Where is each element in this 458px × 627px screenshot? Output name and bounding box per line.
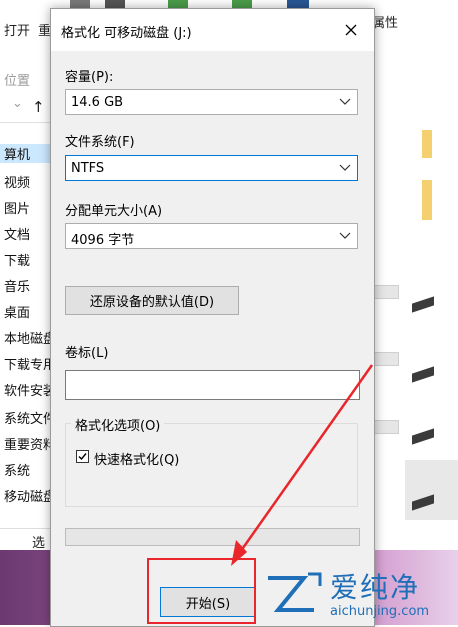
watermark-url: aichunjing.com (330, 604, 430, 619)
watermark-name: 爱纯净 (330, 571, 421, 604)
watermark-logo (268, 572, 322, 612)
annotation-arrow (231, 364, 374, 566)
